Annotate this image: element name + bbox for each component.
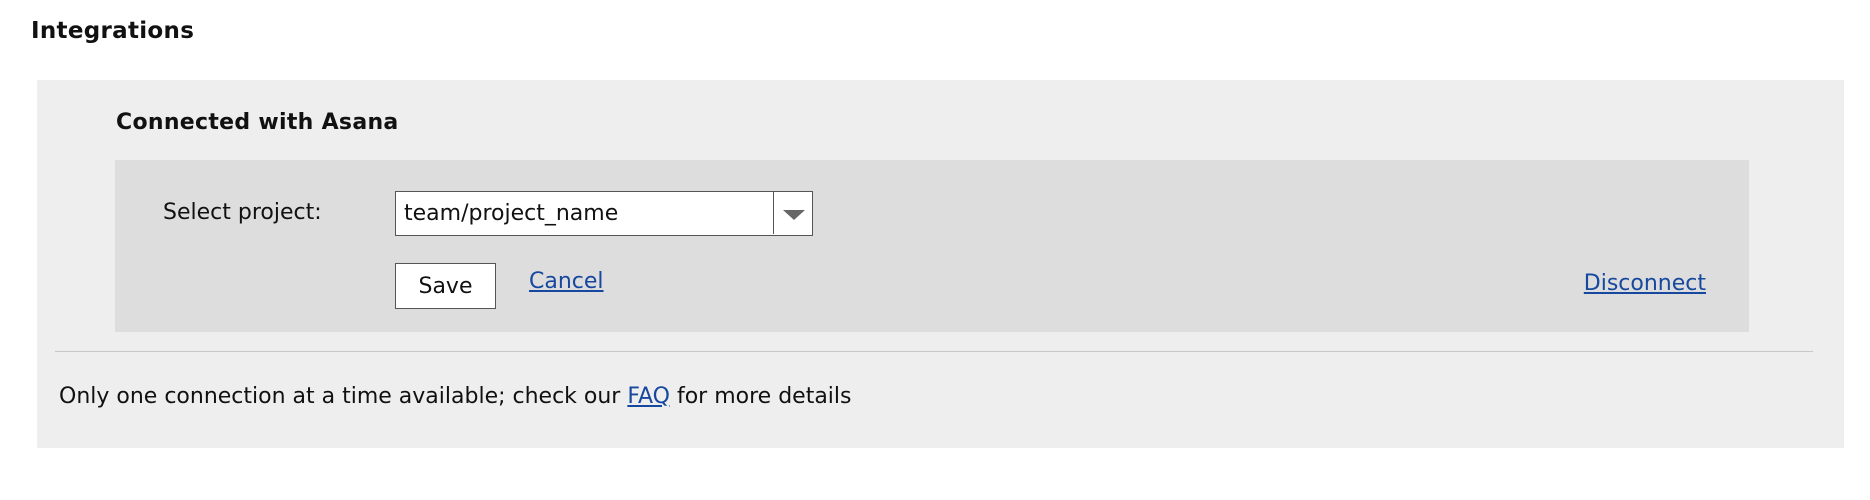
project-settings-panel: Select project: team/project_name Save C… <box>115 160 1749 332</box>
integration-panel: Connected with Asana Select project: tea… <box>37 80 1844 448</box>
save-button[interactable]: Save <box>395 263 496 309</box>
chevron-down-icon <box>783 210 805 220</box>
selected-project-value: team/project_name <box>404 201 619 226</box>
dropdown-toggle-button[interactable] <box>773 192 812 234</box>
footer-text-after: for more details <box>669 384 852 409</box>
divider <box>55 351 1813 352</box>
connection-heading: Connected with Asana <box>116 110 399 135</box>
cancel-link[interactable]: Cancel <box>529 269 604 294</box>
faq-link[interactable]: FAQ <box>627 384 670 409</box>
select-project-label: Select project: <box>163 200 322 225</box>
page-title: Integrations <box>31 18 195 44</box>
project-select[interactable]: team/project_name <box>395 191 813 236</box>
footer-text-before: Only one connection at a time available;… <box>59 384 628 409</box>
disconnect-link[interactable]: Disconnect <box>1584 271 1706 296</box>
footer-note: Only one connection at a time available;… <box>59 384 852 409</box>
